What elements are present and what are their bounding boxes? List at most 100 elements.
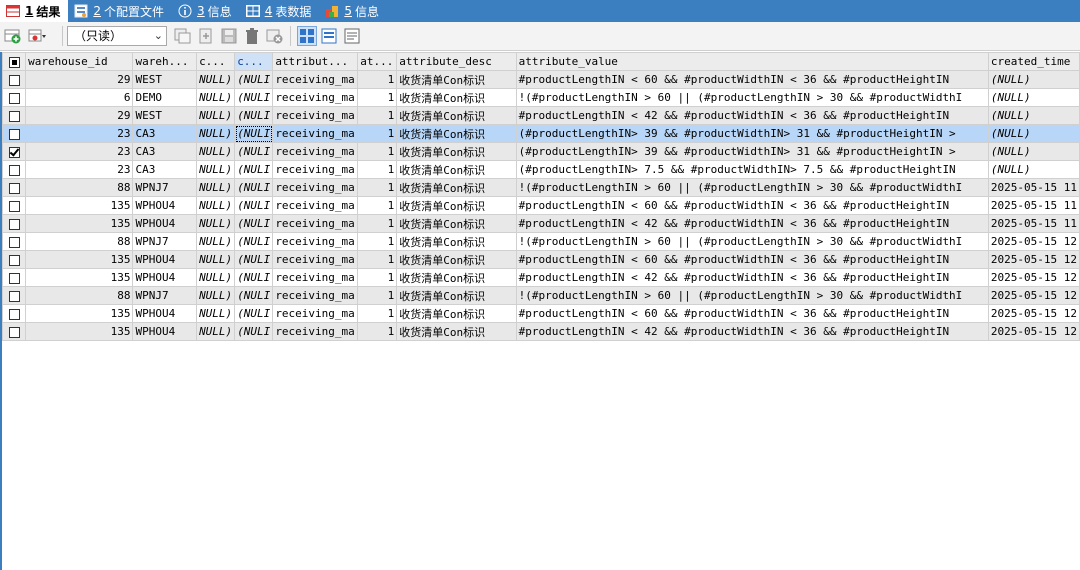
table-cell[interactable]: (NULL) — [987, 142, 1080, 161]
row-checkbox[interactable] — [1, 124, 27, 143]
table-cell[interactable]: NULL) — [196, 304, 236, 323]
table-cell[interactable]: (#productLengthIN> 39 && #productWidthIN… — [515, 124, 989, 143]
table-cell[interactable]: 135 — [25, 250, 134, 269]
table-cell[interactable]: 1 — [357, 196, 398, 215]
table-cell[interactable]: 收货清单Con标识 — [396, 196, 517, 215]
table-cell[interactable]: 收货清单Con标识 — [396, 214, 517, 233]
table-row[interactable]: 135 WPHOU4 NULL) (NULI receiving_ma 1 收货清单Con标… — [1, 196, 1080, 215]
text-view-icon[interactable] — [343, 27, 361, 45]
table-cell[interactable]: 2025-05-15 11 — [987, 178, 1080, 197]
table-cell[interactable]: NULL) — [196, 70, 236, 89]
table-cell[interactable]: NULL) — [196, 322, 236, 341]
table-cell[interactable]: #productLengthIN < 60 && #productWidthIN… — [515, 250, 989, 269]
table-cell[interactable]: receiving_ma — [272, 124, 359, 143]
table-cell[interactable]: receiving_ma — [272, 70, 359, 89]
table-row[interactable]: 135 WPHOU4 NULL) (NULI receiving_ma 1 收货清单Con标… — [1, 250, 1080, 269]
column-header[interactable]: at... — [357, 52, 398, 71]
table-cell[interactable]: #productLengthIN < 42 && #productWidthIN… — [515, 268, 989, 287]
tab-info[interactable]: 3 信息 — [172, 0, 240, 22]
table-cell[interactable]: #productLengthIN < 42 && #productWidthIN… — [515, 214, 989, 233]
table-cell[interactable]: WPNJ7 — [132, 286, 198, 305]
table-cell[interactable]: (NULI — [234, 124, 274, 143]
table-cell[interactable]: receiving_ma — [272, 160, 359, 179]
table-cell[interactable]: receiving_ma — [272, 232, 359, 251]
table-cell[interactable]: 88 — [25, 178, 134, 197]
table-row[interactable]: 88 WPNJ7 NULL) (NULI receiving_ma 1 收货清单Con标识!… — [1, 232, 1080, 251]
table-cell[interactable]: 23 — [25, 124, 134, 143]
delete-icon[interactable] — [243, 27, 261, 45]
table-cell[interactable]: WPHOU4 — [132, 214, 198, 233]
table-cell[interactable]: WEST — [132, 70, 198, 89]
table-cell[interactable]: 1 — [357, 304, 398, 323]
row-checkbox[interactable] — [1, 286, 27, 305]
row-checkbox[interactable] — [1, 304, 27, 323]
row-checkbox[interactable] — [1, 106, 27, 125]
table-cell[interactable]: NULL) — [196, 214, 236, 233]
table-cell[interactable]: WPHOU4 — [132, 304, 198, 323]
table-cell[interactable]: receiving_ma — [272, 322, 359, 341]
table-cell[interactable]: (NULI — [234, 304, 274, 323]
table-cell[interactable]: 1 — [357, 232, 398, 251]
select-all-checkbox[interactable] — [1, 52, 27, 71]
table-cell[interactable]: CA3 — [132, 160, 198, 179]
table-cell[interactable]: 收货清单Con标识 — [396, 142, 517, 161]
table-cell[interactable]: 135 — [25, 268, 134, 287]
table-row[interactable]: 135 WPHOU4 NULL) (NULI receiving_ma 1 收货清单Con标… — [1, 268, 1080, 287]
table-cell[interactable]: 收货清单Con标识 — [396, 232, 517, 251]
table-cell[interactable]: (NULI — [234, 178, 274, 197]
table-cell[interactable]: receiving_ma — [272, 88, 359, 107]
table-cell[interactable]: 88 — [25, 286, 134, 305]
table-cell[interactable]: 2025-05-15 12 — [987, 304, 1080, 323]
table-cell[interactable]: (NULI — [234, 160, 274, 179]
table-cell[interactable]: 2025-05-15 12 — [987, 286, 1080, 305]
table-cell[interactable]: NULL) — [196, 232, 236, 251]
column-header[interactable]: attribute_value — [515, 52, 989, 71]
table-row[interactable]: 29 WEST NULL) (NULI receiving_ma 1 收货清单Con标识 #p… — [1, 70, 1080, 89]
table-cell[interactable]: 135 — [25, 214, 134, 233]
column-header[interactable]: attribut... — [272, 52, 359, 71]
table-cell[interactable]: (NULL) — [987, 124, 1080, 143]
row-checkbox[interactable] — [1, 250, 27, 269]
table-cell[interactable]: #productLengthIN < 42 && #productWidthIN… — [515, 106, 989, 125]
table-cell[interactable]: 1 — [357, 250, 398, 269]
table-cell[interactable]: 1 — [357, 286, 398, 305]
table-cell[interactable]: WEST — [132, 106, 198, 125]
table-row[interactable]: 29 WEST NULL) (NULI receiving_ma 1 收货清单Con标识 #p… — [1, 106, 1080, 125]
table-cell[interactable]: DEMO — [132, 88, 198, 107]
table-cell[interactable]: NULL) — [196, 268, 236, 287]
table-cell[interactable]: NULL) — [196, 142, 236, 161]
row-checkbox[interactable] — [1, 322, 27, 341]
tab-info-2[interactable]: 5 信息 — [319, 0, 387, 22]
table-cell[interactable]: 2025-05-15 12 — [987, 322, 1080, 341]
table-cell[interactable]: (NULI — [234, 322, 274, 341]
table-cell[interactable]: NULL) — [196, 250, 236, 269]
table-cell[interactable]: 2025-05-15 11 — [987, 214, 1080, 233]
form-view-icon[interactable] — [320, 27, 338, 45]
table-cell[interactable]: 1 — [357, 106, 398, 125]
table-cell[interactable]: 29 — [25, 70, 134, 89]
table-cell[interactable]: NULL) — [196, 178, 236, 197]
table-cell[interactable]: receiving_ma — [272, 268, 359, 287]
column-header[interactable]: wareh... — [132, 52, 198, 71]
table-cell[interactable]: 6 — [25, 88, 134, 107]
table-row[interactable]: 135 WPHOU4 NULL) (NULI receiving_ma 1 收货清单Con标… — [1, 322, 1080, 341]
row-checkbox[interactable] — [1, 70, 27, 89]
table-cell[interactable]: #productLengthIN < 60 && #productWidthIN… — [515, 304, 989, 323]
table-cell[interactable]: receiving_ma — [272, 250, 359, 269]
table-cell[interactable]: !(#productLengthIN > 60 || (#productLeng… — [515, 286, 989, 305]
table-cell[interactable]: NULL) — [196, 160, 236, 179]
table-cell[interactable]: #productLengthIN < 60 && #productWidthIN… — [515, 196, 989, 215]
table-cell[interactable]: 收货清单Con标识 — [396, 124, 517, 143]
tab-results[interactable]: 1 结果 — [0, 0, 69, 22]
row-checkbox[interactable] — [1, 178, 27, 197]
save-icon[interactable] — [220, 27, 238, 45]
table-cell[interactable]: 收货清单Con标识 — [396, 88, 517, 107]
table-cell[interactable]: 2025-05-15 12 — [987, 268, 1080, 287]
table-row[interactable]: 6 DEMO NULL) (NULI receiving_ma 1 收货清单Con标识 !(#… — [1, 88, 1080, 107]
table-cell[interactable]: receiving_ma — [272, 196, 359, 215]
table-cell[interactable]: 收货清单Con标识 — [396, 178, 517, 197]
tab-profiles[interactable]: 2 个配置文件 — [68, 0, 172, 22]
table-cell[interactable]: (NULI — [234, 214, 274, 233]
table-row[interactable]: 23 CA3 NULL) (NULI receiving_ma 1 收货清单Con标识 (#p… — [1, 142, 1080, 161]
table-cell[interactable]: CA3 — [132, 124, 198, 143]
